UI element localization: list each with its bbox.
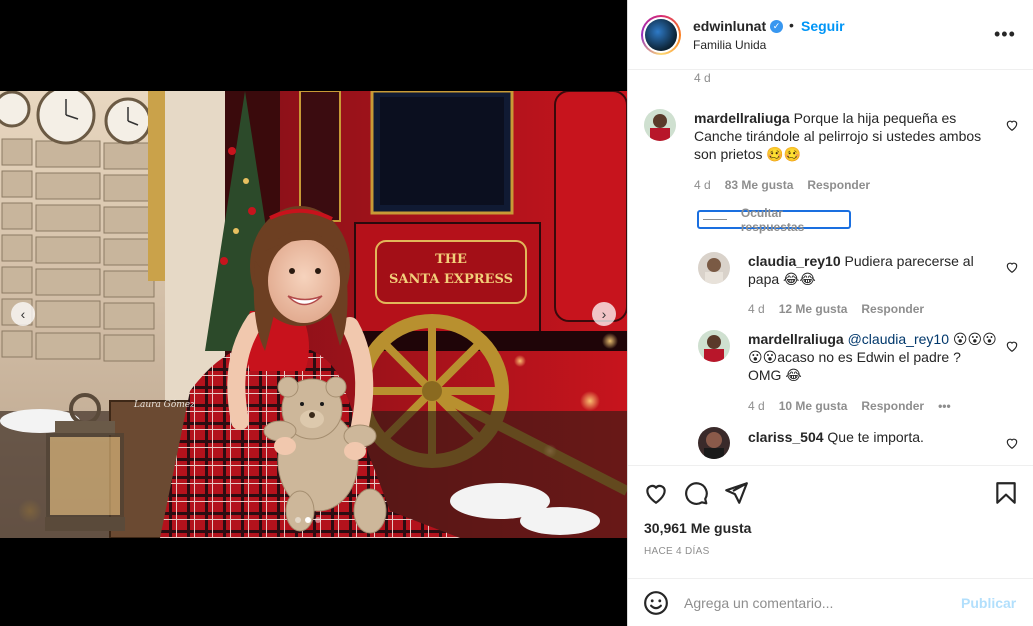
reply-meta: 4 d 12 Me gusta Responder bbox=[748, 302, 924, 316]
comment-bubble-icon[interactable] bbox=[683, 480, 709, 506]
add-comment-bar: Publicar bbox=[628, 578, 1033, 626]
more-options-icon[interactable]: ••• bbox=[994, 24, 1016, 45]
hide-replies-button[interactable]: Ocultar respuestas bbox=[697, 206, 851, 234]
chevron-right-icon: › bbox=[601, 306, 607, 322]
caption-age: 4 d bbox=[694, 71, 711, 85]
like-reply-heart-icon[interactable] bbox=[1005, 260, 1019, 274]
train-sign-line1: THE bbox=[435, 252, 467, 267]
like-reply-heart-icon[interactable] bbox=[1005, 436, 1019, 450]
reply-username[interactable]: mardellraliuga bbox=[748, 331, 844, 347]
reply-likes[interactable]: 10 Me gusta bbox=[779, 399, 848, 413]
reply-age: 4 d bbox=[748, 399, 765, 413]
reply-likes[interactable]: 12 Me gusta bbox=[779, 302, 848, 316]
like-heart-icon[interactable] bbox=[643, 480, 669, 506]
save-bookmark-icon[interactable] bbox=[993, 480, 1019, 506]
reply-text: clariss_504 Que te importa. bbox=[748, 428, 998, 446]
likes-count[interactable]: 30,961 Me gusta bbox=[644, 520, 751, 536]
author-avatar[interactable] bbox=[641, 15, 681, 55]
comment-meta: 4 d 83 Me gusta Responder bbox=[694, 178, 870, 192]
post-header: edwinlunat ✓ • Seguir Familia Unida ••• bbox=[628, 0, 1033, 70]
reply-button[interactable]: Responder bbox=[807, 178, 870, 192]
hide-replies-label: Ocultar respuestas bbox=[740, 205, 805, 234]
post-location[interactable]: Familia Unida bbox=[693, 38, 766, 52]
comment-likes[interactable]: 83 Me gusta bbox=[725, 178, 794, 192]
post-actions-bar bbox=[628, 465, 1033, 525]
photo-watermark: Laura Gómez bbox=[134, 400, 195, 410]
emoji-icon[interactable] bbox=[643, 590, 669, 616]
reply-text: claudia_rey10 Pudiera parecerse al papa … bbox=[748, 252, 993, 288]
next-slide-button[interactable]: › bbox=[592, 302, 616, 326]
reply-button[interactable]: Responder bbox=[861, 399, 924, 413]
reply-body: Que te importa. bbox=[827, 429, 924, 445]
comments-list[interactable]: 4 d mardellraliuga Porque la hija pequeñ… bbox=[628, 71, 1033, 465]
author-username[interactable]: edwinlunat bbox=[693, 18, 766, 34]
post-photo[interactable]: THE SANTA EXPRESS bbox=[0, 91, 627, 538]
chevron-left-icon: ‹ bbox=[20, 306, 26, 322]
comment-input[interactable] bbox=[684, 591, 944, 615]
reply-mention[interactable]: @claudia_rey10 bbox=[848, 331, 949, 347]
publish-button[interactable]: Publicar bbox=[961, 595, 1016, 611]
carousel-dot-active bbox=[305, 517, 311, 523]
reply-username[interactable]: clariss_504 bbox=[748, 429, 824, 445]
previous-slide-button[interactable]: ‹ bbox=[11, 302, 35, 326]
reply-text: mardellraliuga @claudia_rey10 😮😮😮😮😮acaso… bbox=[748, 330, 998, 384]
like-reply-heart-icon[interactable] bbox=[1005, 339, 1019, 353]
instagram-post-modal: THE SANTA EXPRESS Laura Gómez ‹ › edwinl… bbox=[0, 0, 1033, 626]
comment-options-icon[interactable]: ••• bbox=[938, 399, 951, 413]
like-comment-heart-icon[interactable] bbox=[1005, 118, 1019, 132]
header-separator: • bbox=[789, 17, 794, 33]
reply-meta: 4 d 10 Me gusta Responder ••• bbox=[748, 399, 951, 413]
reply-button[interactable]: Responder bbox=[861, 302, 924, 316]
comment-age: 4 d bbox=[694, 178, 711, 192]
follow-button[interactable]: Seguir bbox=[801, 18, 845, 34]
comment-text: mardellraliuga Porque la hija pequeña es… bbox=[694, 109, 984, 163]
post-date[interactable]: HACE 4 DÍAS bbox=[644, 546, 710, 557]
carousel-dot bbox=[315, 517, 321, 523]
reply-avatar[interactable] bbox=[698, 427, 730, 459]
comment-username[interactable]: mardellraliuga bbox=[694, 110, 790, 126]
reply-username[interactable]: claudia_rey10 bbox=[748, 253, 841, 269]
post-side-panel: edwinlunat ✓ • Seguir Familia Unida ••• … bbox=[627, 0, 1033, 626]
carousel-indicator bbox=[295, 517, 321, 523]
share-paper-plane-icon[interactable] bbox=[723, 480, 749, 506]
commenter-avatar[interactable] bbox=[644, 109, 676, 141]
verified-badge-icon: ✓ bbox=[770, 20, 783, 33]
reply-avatar[interactable] bbox=[698, 330, 730, 362]
carousel-dot bbox=[295, 517, 301, 523]
reply-age: 4 d bbox=[748, 302, 765, 316]
reply-avatar[interactable] bbox=[698, 252, 730, 284]
post-media: THE SANTA EXPRESS Laura Gómez ‹ › bbox=[0, 0, 627, 626]
train-sign-line2: SANTA EXPRESS bbox=[389, 272, 513, 287]
